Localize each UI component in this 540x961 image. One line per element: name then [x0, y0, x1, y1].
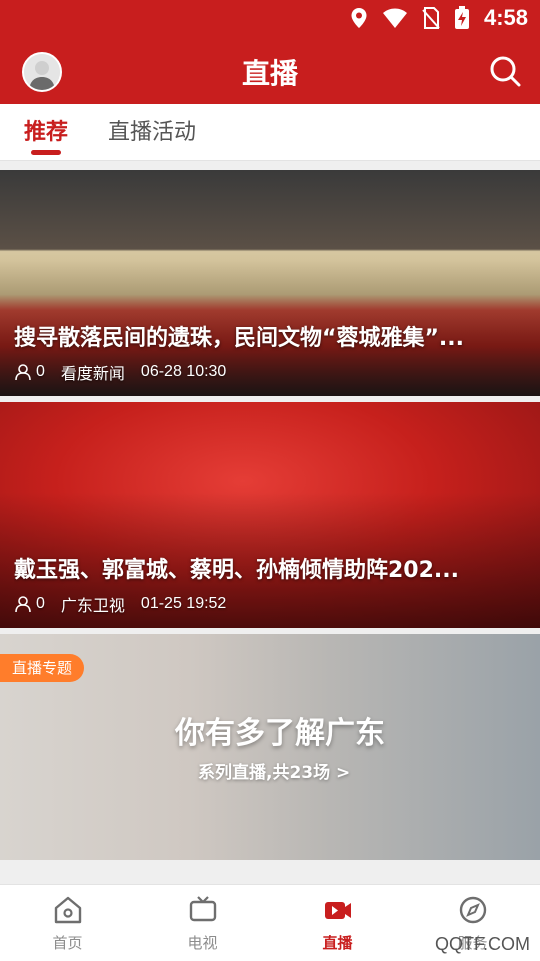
live-meta: 0 广东卫视 01-25 19:52 — [14, 592, 226, 616]
battery-charging-icon — [454, 6, 469, 29]
nav-live[interactable]: 直播 — [270, 885, 405, 961]
no-sim-icon — [422, 7, 440, 29]
watermark: QQTF.COM — [435, 934, 530, 954]
video-camera-icon — [324, 901, 351, 919]
status-bar: 4:58 — [0, 0, 540, 36]
user-icon — [15, 596, 31, 613]
clock: 4:58 — [483, 5, 528, 30]
live-meta: 0 看度新闻 06-28 10:30 — [14, 360, 226, 384]
live-source: 广东卫视 — [60, 598, 125, 615]
topic-subtitle[interactable]: 系列直播,共23场 > — [198, 758, 350, 783]
page-title: 直播 — [241, 57, 298, 90]
live-card[interactable]: 搜寻散落民间的遗珠，民间文物“蓉城雅集”... 0 看度新闻 06-28 10:… — [0, 170, 540, 396]
live-time: 06-28 10:30 — [140, 363, 227, 380]
nav-tv[interactable]: 电视 — [135, 885, 270, 961]
viewer-count: 0 — [14, 363, 45, 381]
topic-badge: 直播专题 — [0, 654, 85, 682]
nav-live-label: 直播 — [322, 933, 353, 952]
home-icon — [54, 896, 81, 923]
nav-home[interactable]: 首页 — [0, 885, 135, 961]
topic-title: 你有多了解广东 — [175, 716, 385, 751]
live-title: 戴玉强、郭富城、蔡明、孙楠倾情助阵202... — [14, 558, 459, 583]
nav-tv-label: 电视 — [187, 933, 218, 952]
tab-live-activities[interactable]: 直播活动 — [108, 114, 196, 146]
live-time: 01-25 19:52 — [140, 595, 227, 612]
search-icon[interactable] — [488, 54, 522, 88]
viewer-count: 0 — [14, 595, 45, 613]
tab-indicator — [31, 150, 61, 155]
compass-icon — [459, 896, 486, 923]
tab-recommend[interactable]: 推荐 — [24, 114, 68, 146]
live-source: 看度新闻 — [60, 366, 125, 383]
tv-icon — [189, 895, 216, 921]
wifi-icon — [382, 8, 407, 28]
live-title: 搜寻散落民间的遗珠，民间文物“蓉城雅集”... — [14, 326, 464, 351]
location-icon — [351, 8, 367, 28]
live-card[interactable]: 戴玉强、郭富城、蔡明、孙楠倾情助阵202... 0 广东卫视 01-25 19:… — [0, 402, 540, 628]
user-icon — [15, 364, 31, 381]
tab-bar: 推荐 直播活动 — [0, 104, 540, 161]
viewer-count-value: 0 — [36, 363, 45, 380]
viewer-count-value: 0 — [36, 595, 45, 612]
live-topic-card[interactable]: 直播专题 你有多了解广东 系列直播,共23场 > — [0, 634, 540, 860]
app-bar: 直播 — [0, 36, 540, 104]
nav-home-label: 首页 — [52, 933, 83, 952]
